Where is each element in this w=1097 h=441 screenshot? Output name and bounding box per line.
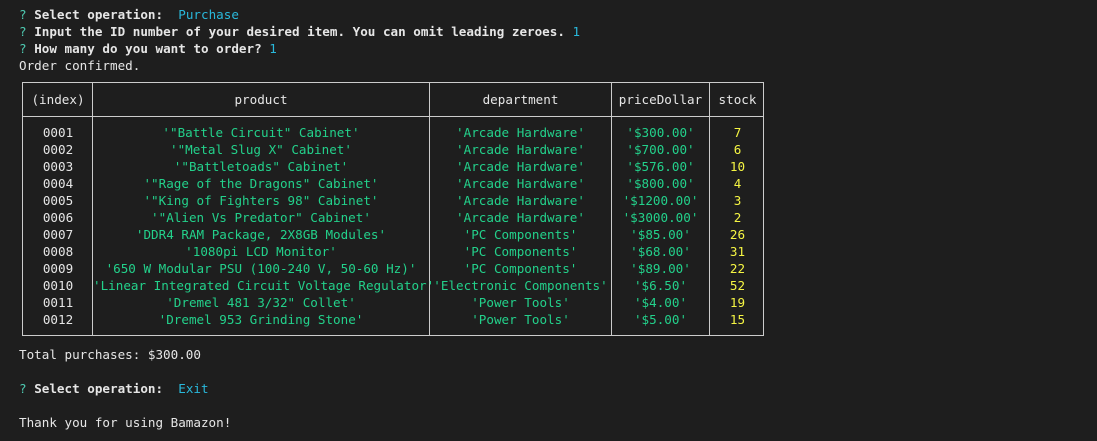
cell-stock: 22 [729,261,746,276]
cell-index: 0005 [42,193,74,208]
cell-stock: 26 [729,227,746,242]
cell-product: '"Battletoads" Cabinet' [173,159,349,174]
cell-price: '$700.00' [626,142,695,157]
cell-product: 'Dremel 953 Grinding Stone' [158,312,364,327]
prompt-question: Select operation: [34,381,164,396]
cell-stock: 4 [733,176,742,191]
cell-price: '$1200.00' [622,193,699,208]
prompt-select-operation: ? Select operation: Purchase [19,6,239,23]
table-row: 0005 '"King of Fighters 98" Cabinet' 'Arca… [23,192,763,209]
question-mark-icon: ? [19,7,27,22]
cell-product: '"Rage of the Dragons" Cabinet' [143,176,379,191]
cell-price: '$4.00' [633,295,688,310]
cell-stock: 31 [729,244,746,259]
cell-department: 'Arcade Hardware' [456,193,585,208]
cell-price: '$300.00' [626,125,695,140]
header-divider [23,116,763,117]
prompt-answer: Exit [178,381,209,396]
cell-product: '"Battle Circuit" Cabinet' [162,125,360,140]
prompt-question: Select operation: [34,7,164,22]
table-row: 0012 'Dremel 953 Grinding Stone' 'Power To… [23,311,763,328]
prompt-answer: Purchase [178,7,239,22]
cell-department: 'PC Components' [463,227,578,242]
prompt-quantity: ? How many do you want to order? 1 [19,40,277,57]
cell-index: 0003 [42,159,74,174]
cell-department: 'Arcade Hardware' [456,176,585,191]
cell-index: 0001 [42,125,74,140]
cell-product: 'Linear Integrated Circuit Voltage Regul… [93,278,435,293]
prompt-question: How many do you want to order? [34,41,262,56]
prompt-answer: 1 [269,41,277,56]
header-index: (index) [31,92,85,107]
table-row: 0007 'DDR4 RAM Package, 2X8GB Modules' 'PC… [23,226,763,243]
cell-price: '$6.50' [633,278,688,293]
cell-department: 'Arcade Hardware' [456,125,585,140]
cell-stock: 6 [733,142,742,157]
table-row: 0008 '1080pi LCD Monitor' 'PC Components' '… [23,243,763,260]
table-row: 0006 '"Alien Vs Predator" Cabinet' 'Arcade… [23,209,763,226]
cell-department: 'PC Components' [463,244,578,259]
cell-department: 'Arcade Hardware' [456,142,585,157]
cell-department: 'Power Tools' [471,295,570,310]
cell-price: '$3000.00' [622,210,699,225]
cell-index: 0006 [42,210,74,225]
prompt-select-operation-exit: ? Select operation: Exit [19,380,209,397]
table-body: 0001 '"Battle Circuit" Cabinet' 'Arcade Ha… [23,124,763,328]
inventory-table: (index) product department priceDollar s… [22,82,764,336]
question-mark-icon: ? [19,24,27,39]
cell-department: 'Electronic Components' [433,278,608,293]
cell-product: '"King of Fighters 98" Cabinet' [143,193,379,208]
cell-department: 'Arcade Hardware' [456,210,585,225]
table-row: 0011 'Dremel 481 3/32" Collet' 'Power Tool… [23,294,763,311]
cell-index: 0002 [42,142,74,157]
cell-product: 'DDR4 RAM Package, 2X8GB Modules' [135,227,387,242]
table-row: 0002 '"Metal Slug X" Cabinet' 'Arcade Hard… [23,141,763,158]
table-row: 0001 '"Battle Circuit" Cabinet' 'Arcade Ha… [23,124,763,141]
cell-stock: 7 [733,125,742,140]
header-stock: stock [718,92,757,107]
total-purchases: Total purchases: $300.00 [19,347,201,362]
farewell-message: Thank you for using Bamazon! [19,415,232,430]
cell-price: '$5.00' [633,312,688,327]
cell-index: 0010 [42,278,74,293]
cell-price: '$89.00' [630,261,691,276]
prompt-item-id: ? Input the ID number of your desired it… [19,23,580,40]
table-row: 0010 'Linear Integrated Circuit Voltage R… [23,277,763,294]
cell-index: 0007 [42,227,74,242]
cell-department: 'PC Components' [463,261,578,276]
cell-department: 'Power Tools' [471,312,570,327]
table-row: 0003 '"Battletoads" Cabinet' 'Arcade Hardw… [23,158,763,175]
cell-product: '"Metal Slug X" Cabinet' [170,142,352,157]
cell-stock: 15 [729,312,746,327]
table-row: 0009 '650 W Modular PSU (100-240 V, 50-60… [23,260,763,277]
prompt-question: Input the ID number of your desired item… [34,24,565,39]
cell-stock: 10 [729,159,746,174]
cell-price: '$68.00' [630,244,691,259]
question-mark-icon: ? [19,381,27,396]
cell-price: '$576.00' [626,159,695,174]
cell-price: '$800.00' [626,176,695,191]
cell-product: '650 W Modular PSU (100-240 V, 50-60 Hz)… [105,261,417,276]
prompt-answer: 1 [572,24,581,39]
header-product: product [234,92,288,107]
cell-index: 0004 [42,176,74,191]
cell-product: '1080pi LCD Monitor' [185,244,337,259]
cell-stock: 52 [729,278,746,293]
cell-department: 'Arcade Hardware' [456,159,585,174]
cell-index: 0012 [42,312,74,327]
cell-stock: 3 [733,193,742,208]
cell-product: '"Alien Vs Predator" Cabinet' [151,210,371,225]
cell-index: 0008 [42,244,74,259]
table-row: 0004 '"Rage of the Dragons" Cabinet' 'Arca… [23,175,763,192]
header-department: department [482,92,559,107]
cell-index: 0009 [42,261,74,276]
cell-index: 0011 [42,295,74,310]
cell-price: '$85.00' [630,227,691,242]
question-mark-icon: ? [19,41,27,56]
cell-stock: 19 [729,295,746,310]
cell-product: 'Dremel 481 3/32" Collet' [166,295,356,310]
cell-stock: 2 [733,210,742,225]
order-confirmed-message: Order confirmed. [19,58,141,73]
header-price: priceDollar [618,92,703,107]
